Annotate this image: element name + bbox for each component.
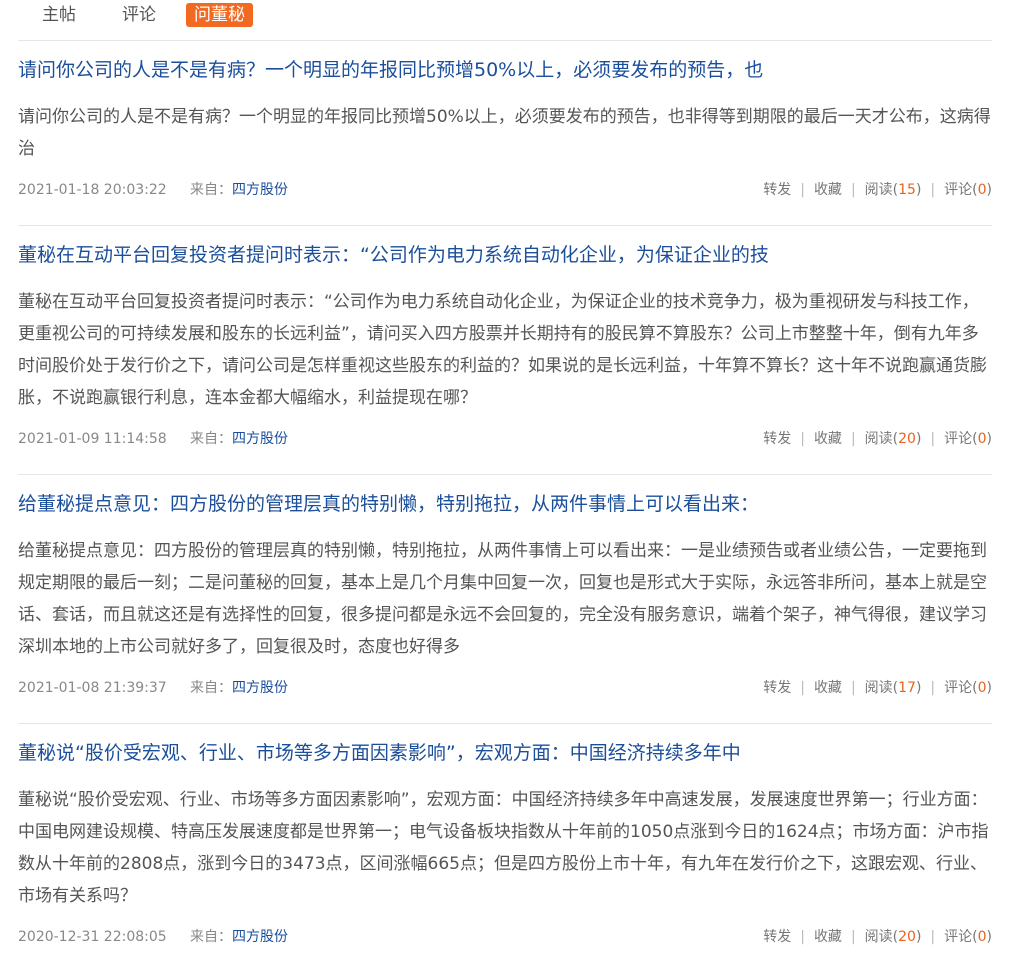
post-date: 2020-12-31 22:08:05	[18, 929, 167, 945]
post-from: 来自：四方股份	[190, 429, 288, 449]
post-actions: 转发 | 收藏 | 阅读(20) | 评论(0)	[763, 927, 992, 947]
post-from: 来自：四方股份	[190, 180, 288, 200]
comment-count-value: 0	[977, 680, 987, 696]
post-date: 2021-01-08 21:39:37	[18, 680, 167, 696]
separator: |	[930, 680, 936, 696]
post-divider	[18, 474, 992, 475]
separator: |	[930, 182, 936, 198]
comment-label: 评论	[944, 182, 973, 198]
comment-button[interactable]: 评论(0)	[944, 431, 992, 447]
post-item: 请问你公司的人是不是有病？一个明显的年报同比预增50%以上，必须要发布的预告，也…	[18, 57, 992, 226]
tab-comments[interactable]: 评论	[114, 3, 164, 27]
post-item: 给董秘提点意见：四方股份的管理层真的特别懒，特别拖拉，从两件事情上可以看出来： …	[18, 491, 992, 724]
separator: |	[850, 431, 856, 447]
post-source-link[interactable]: 四方股份	[232, 929, 288, 945]
collect-button[interactable]: 收藏	[814, 929, 842, 945]
post-item: 董秘在互动平台回复投资者提问时表示：“公司作为电力系统自动化企业，为保证企业的技…	[18, 242, 992, 475]
post-from: 来自：四方股份	[190, 678, 288, 698]
separator: |	[850, 929, 856, 945]
forward-button[interactable]: 转发	[763, 929, 791, 945]
post-source-link[interactable]: 四方股份	[232, 182, 288, 198]
from-label: 来自：	[190, 431, 232, 447]
collect-button[interactable]: 收藏	[814, 431, 842, 447]
post-divider	[18, 723, 992, 724]
post-meta: 2021-01-18 20:03:22 来自：四方股份 转发 | 收藏 | 阅读(15)…	[18, 180, 992, 200]
post-source-link[interactable]: 四方股份	[232, 680, 288, 696]
read-count[interactable]: 阅读(15)	[865, 182, 922, 198]
post-item: 董秘说“股价受宏观、行业、市场等多方面因素影响”，宏观方面：中国经济持续多年中 …	[18, 740, 992, 945]
comment-count-value: 0	[977, 431, 987, 447]
post-from: 来自：四方股份	[190, 927, 288, 947]
comment-label: 评论	[944, 929, 973, 945]
post-body: 董秘在互动平台回复投资者提问时表示：“公司作为电力系统自动化企业，为保证企业的技…	[18, 292, 987, 408]
separator: |	[930, 929, 936, 945]
post-source-link[interactable]: 四方股份	[232, 431, 288, 447]
read-label: 阅读	[864, 182, 893, 198]
post-title[interactable]: 董秘说“股价受宏观、行业、市场等多方面因素影响”，宏观方面：中国经济持续多年中	[18, 740, 992, 766]
separator: |	[850, 182, 856, 198]
post-actions: 转发 | 收藏 | 阅读(17) | 评论(0)	[763, 678, 992, 698]
separator: |	[800, 431, 805, 447]
post-date: 2021-01-09 11:14:58	[18, 431, 167, 447]
post-divider	[18, 225, 992, 226]
read-count-value: 20	[898, 431, 916, 447]
comment-label: 评论	[944, 431, 973, 447]
post-title[interactable]: 请问你公司的人是不是有病？一个明显的年报同比预增50%以上，必须要发布的预告，也	[18, 57, 992, 83]
separator: |	[850, 680, 856, 696]
forward-button[interactable]: 转发	[763, 182, 791, 198]
from-label: 来自：	[190, 680, 232, 696]
separator: |	[800, 680, 805, 696]
comment-count-value: 0	[977, 182, 987, 198]
post-actions: 转发 | 收藏 | 阅读(15) | 评论(0)	[763, 180, 992, 200]
read-count-value: 15	[898, 182, 916, 198]
post-date: 2021-01-18 20:03:22	[18, 182, 167, 198]
page: 主帖 评论 问董秘 请问你公司的人是不是有病？一个明显的年报同比预增50%以上，…	[0, 0, 1009, 967]
read-count-value: 17	[898, 680, 916, 696]
post-body: 董秘说“股价受宏观、行业、市场等多方面因素影响”，宏观方面：中国经济持续多年中高…	[18, 790, 989, 906]
read-count-value: 20	[898, 929, 916, 945]
comment-button[interactable]: 评论(0)	[944, 182, 992, 198]
forward-button[interactable]: 转发	[763, 680, 791, 696]
read-label: 阅读	[864, 929, 893, 945]
comment-count-value: 0	[977, 929, 987, 945]
read-label: 阅读	[864, 431, 893, 447]
from-label: 来自：	[190, 182, 232, 198]
post-body: 给董秘提点意见：四方股份的管理层真的特别懒，特别拖拉，从两件事情上可以看出来：一…	[18, 541, 987, 657]
read-label: 阅读	[864, 680, 893, 696]
post-title[interactable]: 给董秘提点意见：四方股份的管理层真的特别懒，特别拖拉，从两件事情上可以看出来：	[18, 491, 992, 517]
tab-bar: 主帖 评论 问董秘	[0, 0, 1009, 36]
read-count[interactable]: 阅读(17)	[865, 680, 922, 696]
tab-ask-secretary[interactable]: 问董秘	[186, 3, 253, 27]
collect-button[interactable]: 收藏	[814, 680, 842, 696]
post-body: 请问你公司的人是不是有病？一个明显的年报同比预增50%以上，必须要发布的预告，也…	[18, 107, 991, 159]
read-count[interactable]: 阅读(20)	[865, 929, 922, 945]
post-title[interactable]: 董秘在互动平台回复投资者提问时表示：“公司作为电力系统自动化企业，为保证企业的技	[18, 242, 992, 268]
comment-button[interactable]: 评论(0)	[944, 680, 992, 696]
forward-button[interactable]: 转发	[763, 431, 791, 447]
separator: |	[930, 431, 936, 447]
tab-divider	[18, 40, 992, 41]
post-meta: 2020-12-31 22:08:05 来自：四方股份 转发 | 收藏 | 阅读(20)…	[18, 927, 992, 947]
collect-button[interactable]: 收藏	[814, 182, 842, 198]
separator: |	[800, 929, 805, 945]
tab-main-posts[interactable]: 主帖	[34, 3, 84, 27]
post-actions: 转发 | 收藏 | 阅读(20) | 评论(0)	[763, 429, 992, 449]
read-count[interactable]: 阅读(20)	[865, 431, 922, 447]
comment-button[interactable]: 评论(0)	[944, 929, 992, 945]
post-meta: 2021-01-08 21:39:37 来自：四方股份 转发 | 收藏 | 阅读(17)…	[18, 678, 992, 698]
comment-label: 评论	[944, 680, 973, 696]
separator: |	[800, 182, 805, 198]
from-label: 来自：	[190, 929, 232, 945]
post-meta: 2021-01-09 11:14:58 来自：四方股份 转发 | 收藏 | 阅读(20)…	[18, 429, 992, 449]
